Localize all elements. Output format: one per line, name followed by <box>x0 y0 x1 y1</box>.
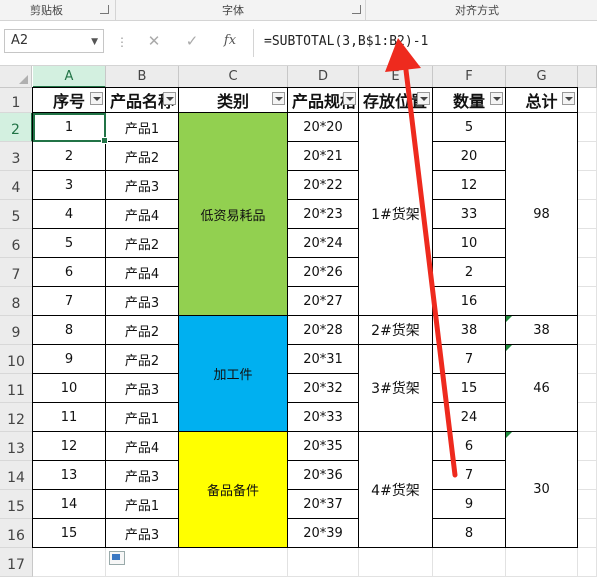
annotation-arrow <box>385 38 458 478</box>
arrow-head <box>385 38 421 72</box>
arrow-shaft <box>402 59 458 478</box>
